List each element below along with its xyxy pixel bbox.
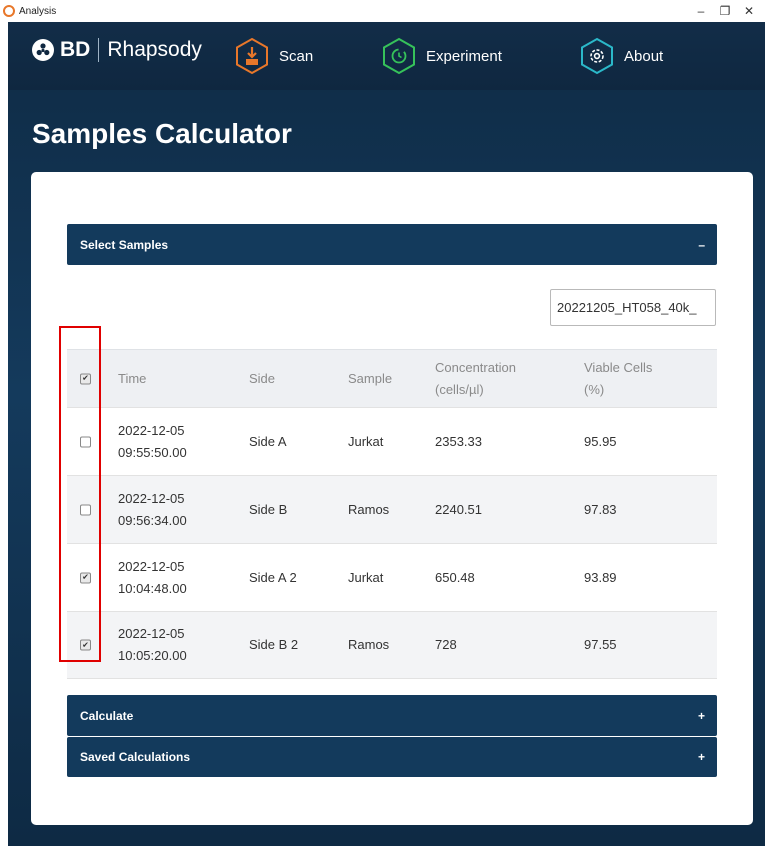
row-viable: 97.83 — [584, 501, 617, 517]
header-viable-cells: Viable Cells (%) — [584, 359, 653, 397]
page-title: Samples Calculator — [32, 118, 292, 149]
window-controls: – ❐ ✕ — [689, 2, 761, 20]
bd-logo-icon — [32, 39, 54, 61]
calculate-header[interactable]: Calculate + — [67, 695, 717, 736]
nav-experiment[interactable]: Experiment — [381, 37, 502, 75]
table-row[interactable]: ✔ 2022-12-05 10:05:20.00 Side B 2 Ramos … — [67, 611, 717, 679]
header-concentration: Concentration (cells/µl) — [435, 359, 516, 397]
select-samples-header[interactable]: Select Samples – — [67, 224, 717, 265]
row-viable: 95.95 — [584, 433, 617, 449]
row-checkbox[interactable]: ✔ — [80, 639, 91, 651]
main-panel: Select Samples – ✔ Time Side Sample Conc… — [31, 172, 753, 825]
row-side: Side A — [249, 433, 287, 449]
table-row[interactable]: ✔ 2022-12-05 10:04:48.00 Side A 2 Jurkat… — [67, 543, 717, 611]
brand-bd: BD — [60, 38, 91, 61]
brand: BD Rhapsody — [32, 38, 202, 62]
row-viable: 97.55 — [584, 637, 617, 652]
table-row[interactable]: 2022-12-05 09:55:50.00 Side A Jurkat 235… — [67, 407, 717, 475]
select-all-checkbox[interactable]: ✔ — [80, 373, 91, 384]
row-concentration: 2240.51 — [435, 501, 482, 517]
row-sample: Ramos — [348, 501, 390, 517]
row-concentration: 650.48 — [435, 569, 475, 585]
restore-button[interactable]: ❐ — [713, 2, 737, 20]
row-viable: 93.89 — [584, 569, 617, 585]
row-sample: Jurkat — [348, 569, 384, 585]
nav-about[interactable]: About — [579, 37, 663, 75]
nav-about-label: About — [624, 47, 664, 65]
saved-calculations-title: Saved Calculations — [80, 750, 191, 764]
header-time: Time — [118, 370, 147, 386]
row-checkbox[interactable]: ✔ — [80, 572, 91, 583]
expand-toggle[interactable]: + — [698, 709, 705, 723]
row-side: Side A 2 — [249, 569, 297, 585]
scan-icon — [234, 37, 270, 75]
row-time: 2022-12-05 09:55:50.00 — [118, 422, 187, 460]
row-time: 2022-12-05 10:04:48.00 — [118, 558, 187, 596]
row-sample: Ramos — [348, 637, 390, 652]
minimize-button[interactable]: – — [689, 2, 713, 20]
select-samples-title: Select Samples — [80, 237, 169, 252]
table-header-row: ✔ Time Side Sample Concentration (cells/… — [67, 349, 717, 407]
samples-table: ✔ Time Side Sample Concentration (cells/… — [67, 349, 717, 679]
brand-divider — [98, 38, 100, 62]
row-side: Side B 2 — [249, 637, 299, 652]
collapse-toggle[interactable]: – — [698, 238, 705, 252]
table-row[interactable]: 2022-12-05 09:56:34.00 Side B Ramos 2240… — [67, 475, 717, 543]
row-checkbox[interactable] — [80, 504, 91, 515]
experiment-icon — [381, 37, 417, 75]
row-checkbox[interactable] — [80, 436, 91, 447]
row-time: 2022-12-05 10:05:20.00 — [118, 626, 187, 663]
row-sample: Jurkat — [348, 433, 384, 449]
window-title: Analysis — [19, 5, 57, 17]
brand-name: Rhapsody — [107, 38, 202, 61]
row-time: 2022-12-05 09:56:34.00 — [118, 490, 187, 528]
nav-scan-label: Scan — [279, 47, 314, 65]
header-sample: Sample — [348, 370, 393, 386]
experiment-select[interactable] — [550, 289, 716, 326]
row-concentration: 2353.33 — [435, 433, 482, 449]
row-concentration: 728 — [435, 637, 457, 652]
row-side: Side B — [249, 501, 288, 517]
nav-scan[interactable]: Scan — [234, 37, 313, 75]
app-window: BD Rhapsody Scan Experiment About Sample… — [8, 22, 765, 846]
about-icon — [579, 37, 615, 75]
expand-toggle[interactable]: + — [698, 750, 705, 764]
saved-calculations-header[interactable]: Saved Calculations + — [67, 737, 717, 777]
app-icon — [3, 5, 15, 17]
top-nav: BD Rhapsody Scan Experiment About — [8, 22, 765, 90]
calculate-title: Calculate — [80, 708, 134, 723]
nav-experiment-label: Experiment — [426, 47, 502, 65]
close-button[interactable]: ✕ — [737, 2, 761, 20]
header-side: Side — [249, 370, 276, 386]
window-titlebar: Analysis – ❐ ✕ — [0, 0, 765, 22]
